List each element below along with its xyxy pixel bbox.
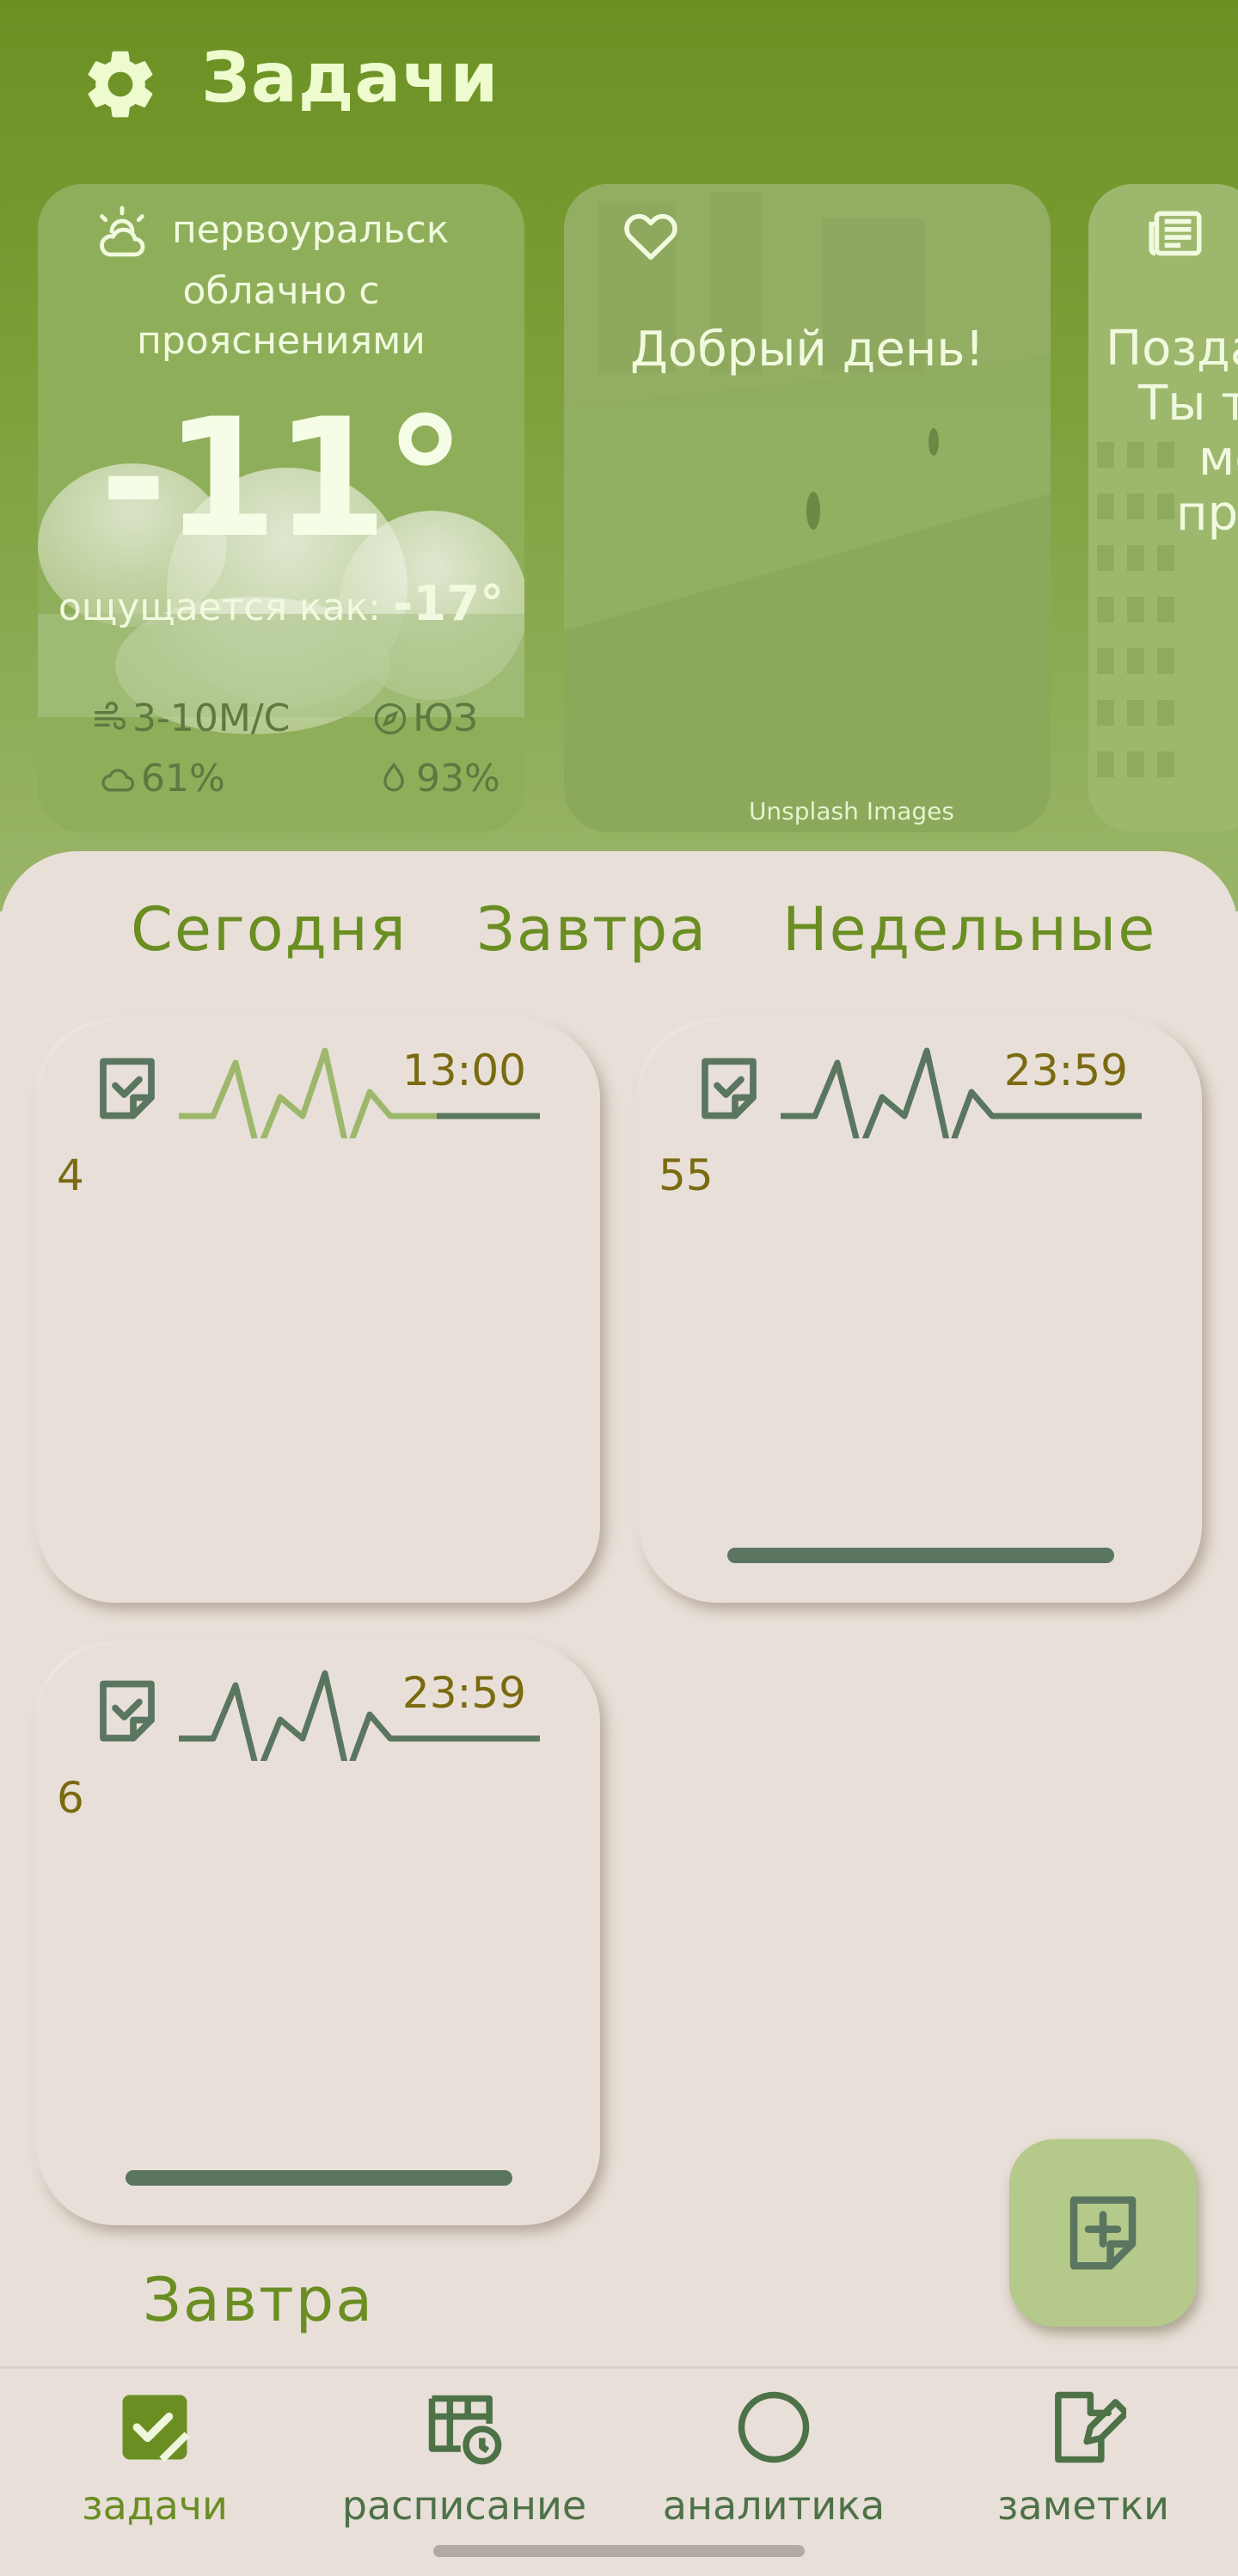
humidity-value: 93% bbox=[416, 757, 500, 800]
news-card[interactable]: Позда Ты те мо при bbox=[1088, 184, 1238, 832]
newspaper-icon bbox=[1149, 211, 1202, 256]
task-time: 23:59 bbox=[1003, 1046, 1128, 1095]
add-note-icon bbox=[1069, 2196, 1137, 2270]
wind-value: 3-10М/С bbox=[132, 696, 291, 740]
page-title: Задачи bbox=[201, 38, 499, 118]
feels-label: ощущается как: bbox=[58, 586, 381, 629]
nav-label: заметки bbox=[996, 2482, 1170, 2529]
news-line: Позда bbox=[1106, 321, 1238, 377]
weather-card[interactable]: первоуральск облачно с прояснениями -11°… bbox=[38, 184, 524, 832]
section-tomorrow-label: Завтра bbox=[143, 2265, 375, 2335]
gear-icon[interactable] bbox=[79, 43, 162, 126]
drop-icon bbox=[383, 762, 404, 791]
task-check-icon[interactable] bbox=[91, 1675, 163, 1747]
photo-credit: Unsplash Images bbox=[748, 797, 954, 825]
feels-value: -17° bbox=[392, 576, 505, 632]
day-tabs: Сегодня Завтра Недельные bbox=[0, 894, 1238, 972]
notes-icon bbox=[1055, 2391, 1126, 2463]
weather-feels-like: ощущается как: -17° bbox=[38, 576, 524, 632]
direction-value: ЮЗ bbox=[413, 696, 478, 740]
weather-condition-line1: облачно с bbox=[182, 269, 380, 313]
clouds-stat: 61% bbox=[100, 757, 225, 800]
nav-notes[interactable]: заметки bbox=[954, 2384, 1212, 2529]
tab-today[interactable]: Сегодня bbox=[131, 894, 408, 965]
tab-weekly[interactable]: Недельные bbox=[782, 894, 1156, 965]
task-check-icon[interactable] bbox=[693, 1052, 765, 1125]
greeting-text: Добрый день! bbox=[630, 322, 984, 377]
news-line: Ты те bbox=[1138, 376, 1238, 432]
nav-label: задачи bbox=[82, 2482, 228, 2529]
task-card[interactable]: 23:59 55 bbox=[640, 1021, 1202, 1603]
tasks-icon bbox=[122, 2395, 190, 2463]
analytics-icon bbox=[738, 2391, 810, 2463]
app-header: Задачи bbox=[0, 0, 1238, 172]
clouds-value: 61% bbox=[141, 757, 225, 800]
weather-city: первоуральск bbox=[172, 208, 450, 252]
task-check-icon[interactable] bbox=[91, 1052, 163, 1125]
task-time: 13:00 bbox=[401, 1046, 526, 1095]
cloud-icon bbox=[101, 768, 135, 791]
task-progress-bar bbox=[727, 1548, 1114, 1563]
partly-cloudy-icon bbox=[100, 205, 145, 257]
nav-label: расписание bbox=[341, 2482, 587, 2529]
heart-icon[interactable] bbox=[619, 203, 683, 267]
schedule-icon bbox=[428, 2395, 502, 2465]
tab-tomorrow[interactable]: Завтра bbox=[476, 894, 708, 965]
weather-condition: облачно с прояснениями bbox=[38, 267, 524, 366]
task-time: 23:59 bbox=[401, 1668, 526, 1718]
news-line: мо bbox=[1198, 431, 1238, 487]
greeting-card[interactable]: Добрый день! Unsplash Images bbox=[564, 184, 1051, 832]
news-line: при bbox=[1176, 486, 1238, 542]
weather-condition-line2: прояснениями bbox=[137, 319, 426, 363]
nav-analytics[interactable]: аналитика bbox=[645, 2384, 903, 2529]
wind-stat: 3-10М/С bbox=[91, 696, 290, 740]
weather-temperature: -11° bbox=[99, 383, 466, 573]
home-indicator[interactable] bbox=[433, 2545, 805, 2557]
task-count: 55 bbox=[659, 1150, 714, 1200]
nav-label: аналитика bbox=[662, 2482, 886, 2529]
humidity-stat: 93% bbox=[375, 757, 500, 800]
news-text: Позда Ты те мо при bbox=[1095, 322, 1238, 542]
task-count: 6 bbox=[57, 1773, 84, 1823]
street-photo bbox=[564, 184, 1051, 832]
add-task-button[interactable] bbox=[1009, 2139, 1197, 2327]
nav-tasks[interactable]: задачи bbox=[26, 2384, 284, 2529]
wind-icon bbox=[94, 701, 126, 730]
direction-stat: ЮЗ bbox=[371, 696, 478, 740]
task-count: 4 bbox=[57, 1150, 84, 1200]
task-progress-bar bbox=[126, 2170, 512, 2186]
task-card[interactable]: 23:59 6 bbox=[38, 1644, 600, 2225]
compass-icon bbox=[374, 702, 407, 734]
task-card[interactable]: 13:00 4 bbox=[38, 1021, 600, 1603]
nav-schedule[interactable]: расписание bbox=[335, 2384, 593, 2529]
